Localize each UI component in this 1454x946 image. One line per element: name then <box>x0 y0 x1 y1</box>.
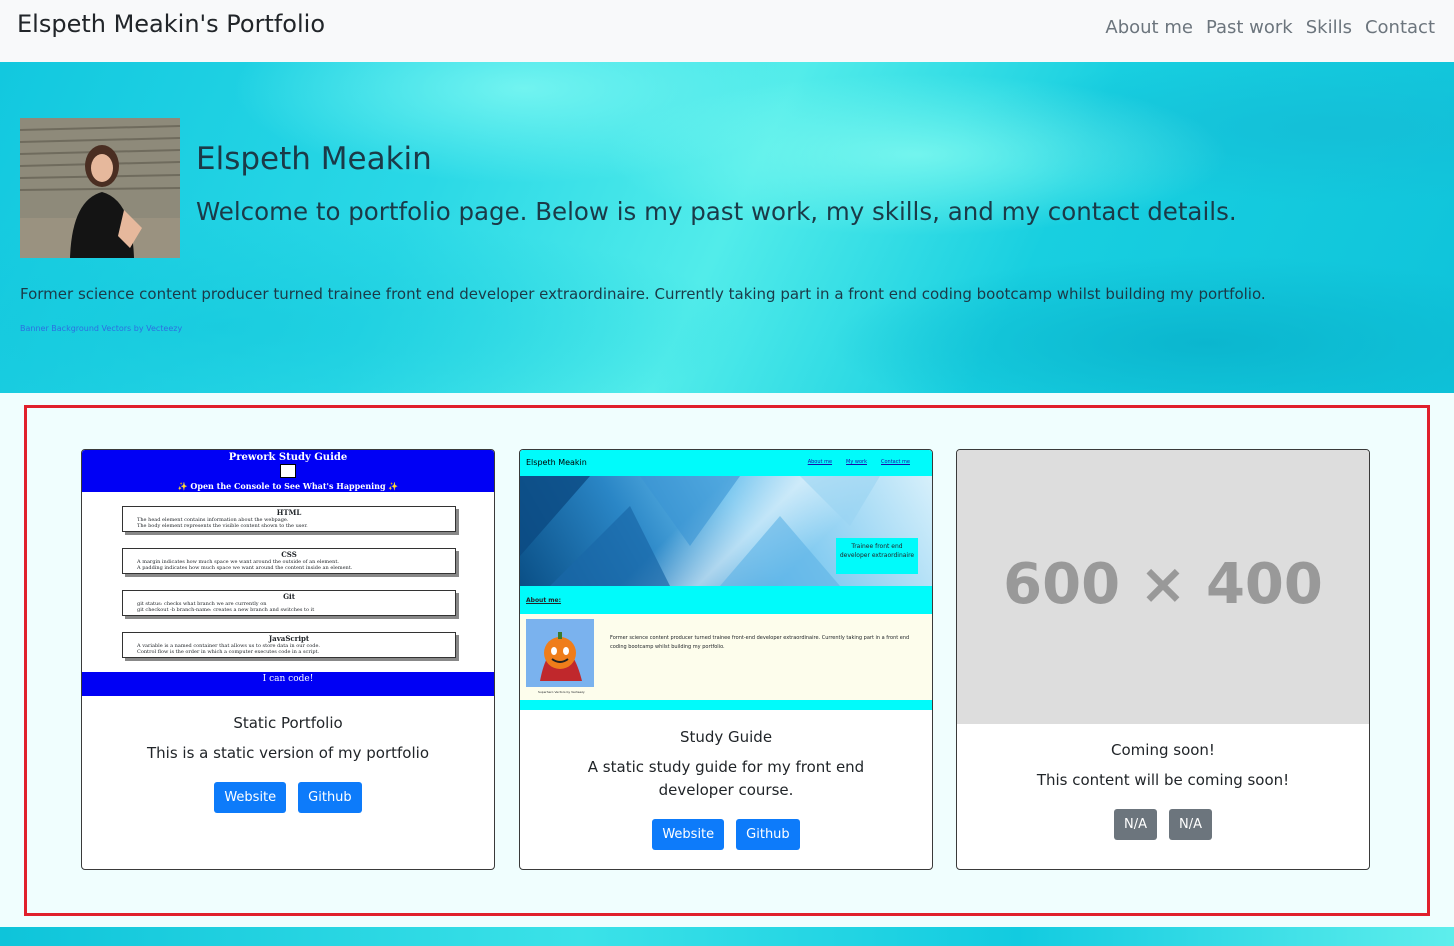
hero-name: Elspeth Meakin <box>196 141 432 177</box>
preview-subheading: ✨ Open the Console to See What's Happeni… <box>177 481 399 491</box>
card-buttons: Website Github <box>520 819 932 850</box>
preview-box-git: Git git status: checks what branch we ar… <box>122 590 456 616</box>
card-text: This is a static version of my portfolio <box>147 744 429 762</box>
placeholder-image: 600 × 400 <box>957 450 1369 724</box>
preview-nav-about: About me <box>807 459 833 465</box>
banner-credit-link[interactable]: Banner Background Vectors by Vecteezy <box>20 324 182 333</box>
card-buttons: Website Github <box>82 782 494 813</box>
hero-banner: Elspeth Meakin Welcome to portfolio page… <box>0 62 1454 393</box>
navbar: Elspeth Meakin's Portfolio About me Past… <box>0 0 1454 62</box>
preview-box-css: CSS A margin indicates how much space we… <box>122 548 456 574</box>
logo-icon <box>280 464 296 478</box>
preview-nav-contact: Contact me <box>881 459 910 465</box>
card-title: Study Guide <box>679 728 773 746</box>
footer-banner-strip <box>0 927 1454 946</box>
superhero-pumpkin-icon <box>526 619 594 687</box>
website-button[interactable]: Website <box>652 819 725 850</box>
card-text: A static study guide for my front end de… <box>587 758 865 799</box>
preview-heading: Prework Study Guide <box>228 452 348 463</box>
placeholder-label: 600 × 400 <box>1003 552 1323 617</box>
nav-links: About me Past work Skills Contact <box>1105 17 1435 38</box>
profile-photo <box>20 118 180 258</box>
hero-description: Former science content producer turned t… <box>20 285 1266 303</box>
preview-paragraph: Former science content producer turned t… <box>610 635 910 650</box>
portfolio-preview-image: Elspeth Meakin About me My work Contact … <box>520 450 932 710</box>
github-button[interactable]: Github <box>736 819 800 850</box>
na-button[interactable]: N/A <box>1169 809 1212 840</box>
card-text: This content will be coming soon! <box>1036 771 1290 789</box>
na-button[interactable]: N/A <box>1114 809 1157 840</box>
nav-link-about-me[interactable]: About me <box>1105 17 1193 38</box>
preview-footer: I can code! <box>262 674 314 684</box>
github-button[interactable]: Github <box>298 782 362 813</box>
preview-about-heading: About me: <box>526 597 562 604</box>
project-card-study-guide: Elspeth Meakin About me My work Contact … <box>519 449 933 870</box>
preview-tagline: Trainee front end developer extraordinai… <box>836 538 918 574</box>
past-work-section: Prework Study Guide ✨ Open the Console t… <box>0 393 1454 927</box>
study-guide-preview-image: Prework Study Guide ✨ Open the Console t… <box>82 450 494 696</box>
hero-lead: Welcome to portfolio page. Below is my p… <box>196 197 1237 226</box>
card-buttons: N/A N/A <box>957 809 1369 840</box>
nav-link-past-work[interactable]: Past work <box>1206 17 1293 38</box>
project-card-coming-soon: 600 × 400 Coming soon! This content will… <box>956 449 1370 870</box>
nav-link-skills[interactable]: Skills <box>1306 17 1352 38</box>
preview-box-javascript: JavaScript A variable is a named contain… <box>122 632 456 658</box>
preview-credit: Superhero Vectors by Vecteezy <box>538 690 585 694</box>
card-title: Static Portfolio <box>233 714 343 732</box>
navbar-brand[interactable]: Elspeth Meakin's Portfolio <box>17 10 325 38</box>
website-button[interactable]: Website <box>214 782 287 813</box>
card-title: Coming soon! <box>1111 741 1215 759</box>
preview-name: Elspeth Meakin <box>526 458 587 467</box>
preview-nav-work: My work <box>846 459 867 465</box>
nav-link-contact[interactable]: Contact <box>1365 17 1435 38</box>
preview-box-html: HTML The head element contains informati… <box>122 506 456 532</box>
project-card-static-portfolio: Prework Study Guide ✨ Open the Console t… <box>81 449 495 870</box>
